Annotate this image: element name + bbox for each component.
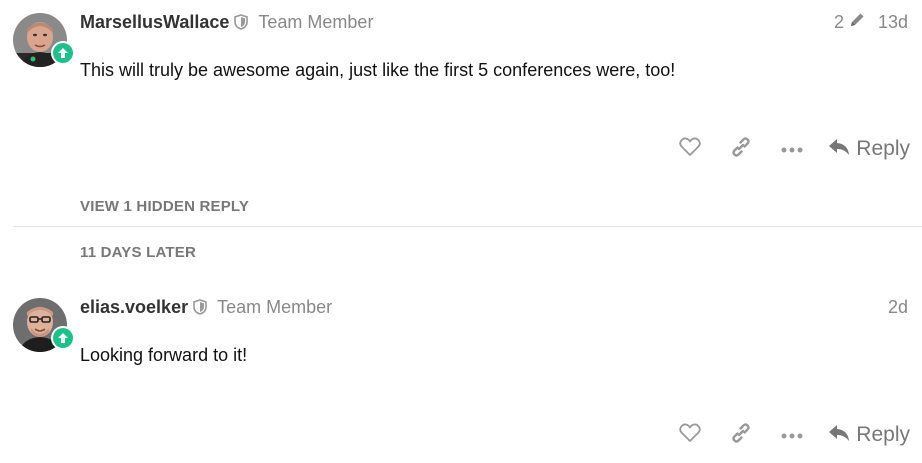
user-avatar[interactable] xyxy=(13,298,75,352)
more-dots-icon xyxy=(781,140,803,158)
reply-label: Reply xyxy=(856,137,910,160)
reply-arrow-icon xyxy=(828,424,850,447)
edit-history-button[interactable]: 2 xyxy=(834,11,866,34)
username[interactable]: elias.voelker xyxy=(80,297,188,318)
user-title: Team Member xyxy=(217,296,333,317)
post-body: This will truly be awesome again, just l… xyxy=(80,60,676,80)
post-meta: elias.voelker Team Member 2d xyxy=(80,295,908,319)
reply-arrow-icon xyxy=(828,138,850,161)
arrow-up-flair-icon xyxy=(51,326,75,350)
reply-button[interactable]: Reply xyxy=(828,137,910,161)
post-actions: Reply xyxy=(659,420,910,450)
pencil-icon xyxy=(848,11,866,34)
view-hidden-replies-link[interactable]: VIEW 1 HIDDEN REPLY xyxy=(80,198,249,215)
time-gap-label: 11 DAYS LATER xyxy=(80,244,196,261)
copy-link-button[interactable] xyxy=(721,134,761,164)
divider xyxy=(13,226,922,227)
post-date[interactable]: 2d xyxy=(888,297,908,318)
post-date[interactable]: 13d xyxy=(878,12,908,33)
user-title: Team Member xyxy=(258,11,374,32)
shield-icon xyxy=(234,14,249,30)
post-body: Looking forward to it! xyxy=(80,345,248,365)
edit-count: 2 xyxy=(833,11,844,32)
more-dots-icon xyxy=(781,426,803,444)
post-actions: Reply xyxy=(659,134,910,164)
reply-label: Reply xyxy=(856,423,910,446)
user-avatar[interactable] xyxy=(13,13,75,67)
shield-icon xyxy=(193,299,207,315)
heart-icon xyxy=(679,423,701,448)
like-button[interactable] xyxy=(670,420,710,450)
link-icon xyxy=(730,422,752,449)
reply-button[interactable]: Reply xyxy=(828,423,910,447)
username[interactable]: MarsellusWallace xyxy=(80,12,229,33)
more-actions-button[interactable] xyxy=(772,420,812,450)
more-actions-button[interactable] xyxy=(772,134,812,164)
post-meta: MarsellusWallace Team Member 2 13d xyxy=(80,10,908,34)
arrow-up-flair-icon xyxy=(51,41,75,65)
heart-icon xyxy=(679,137,701,162)
link-icon xyxy=(730,136,752,163)
copy-link-button[interactable] xyxy=(721,420,761,450)
like-button[interactable] xyxy=(670,134,710,164)
